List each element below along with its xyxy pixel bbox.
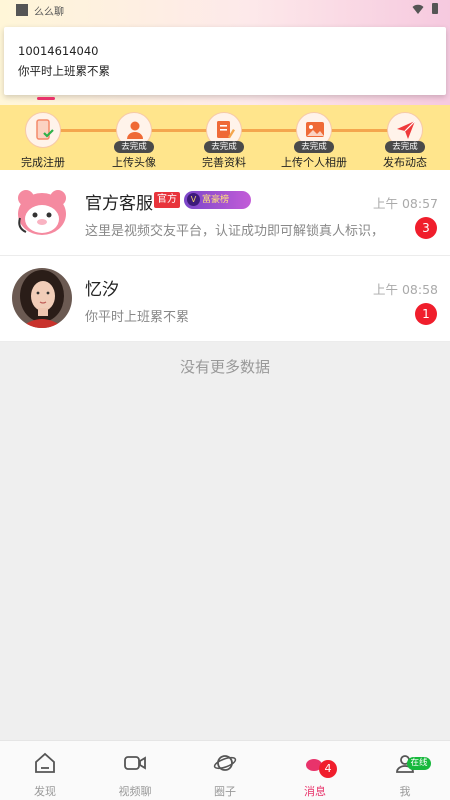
status-app-name: 么么聊 (34, 7, 64, 18)
step-label: 完善资料 (202, 156, 246, 169)
home-icon (35, 752, 55, 773)
unread-badge: 3 (415, 217, 437, 239)
notification-title: 10014614040 (18, 44, 99, 58)
profile-progress-steps: 完成注册 去完成 上传头像 去完成 完善资料 去完成 上传个人相册 去完成 发布… (0, 105, 450, 170)
contact-name: 忆汐 (85, 280, 119, 300)
notification-body: 你平时上班累不累 (18, 64, 110, 78)
no-more-data-text: 没有更多数据 (179, 358, 270, 376)
todo-badge[interactable]: 去完成 (204, 141, 244, 153)
todo-badge[interactable]: 去完成 (114, 141, 154, 153)
message-preview: 你平时上班累不累 (85, 310, 190, 325)
vip-icon: V (187, 193, 200, 206)
nav-video-chat[interactable]: 视频聊 (90, 741, 180, 800)
conversation-item-official[interactable]: 官方客服 官方 V 富豪榜 上午 08:57 这里是视频交友平台，认证成功即可解锁… (0, 170, 450, 256)
video-icon (124, 756, 146, 770)
tab-indicator (37, 97, 55, 100)
nav-label: 发现 (34, 785, 56, 798)
step-post-moment[interactable]: 去完成 发布动态 (365, 110, 445, 170)
nav-label: 消息 (304, 785, 326, 798)
avatar[interactable] (12, 182, 72, 242)
planet-icon (213, 755, 237, 771)
battery-icon (432, 3, 438, 14)
online-status-badge: 在线 (407, 757, 431, 770)
step-label: 完成注册 (21, 156, 65, 169)
message-time: 上午 08:57 (373, 196, 438, 211)
bottom-nav: 发现 视频聊 圈子 4 消息 在线 我 (0, 740, 450, 800)
conversation-item-user[interactable]: 忆汐 上午 08:58 你平时上班累不累 1 (0, 256, 450, 342)
notification-banner[interactable]: 10014614040 你平时上班累不累 (4, 27, 446, 95)
app-icon (16, 4, 28, 16)
nav-circle[interactable]: 圈子 (180, 741, 270, 800)
avatar[interactable] (12, 268, 72, 328)
nav-messages[interactable]: 4 消息 (270, 741, 360, 800)
unread-badge: 1 (415, 303, 437, 325)
step-upload-avatar[interactable]: 去完成 上传头像 (94, 110, 174, 170)
step-label: 上传个人相册 (281, 156, 347, 169)
step-label: 发布动态 (383, 156, 427, 169)
nav-label: 我 (399, 785, 411, 798)
todo-badge[interactable]: 去完成 (294, 141, 334, 153)
step-complete-profile[interactable]: 去完成 完善资料 (184, 110, 264, 170)
pig-mascot-icon (12, 182, 72, 242)
wifi-icon (412, 4, 424, 14)
nav-me[interactable]: 在线 我 (360, 741, 450, 800)
status-bar: 么么聊 (0, 0, 450, 20)
phone-check-icon (25, 112, 61, 148)
contact-name: 官方客服 (85, 194, 153, 214)
step-label: 上传头像 (112, 156, 156, 169)
step-upload-album[interactable]: 去完成 上传个人相册 (274, 110, 354, 170)
step-register[interactable]: 完成注册 (3, 110, 83, 170)
todo-badge[interactable]: 去完成 (385, 141, 425, 153)
vip-rank-badge: V 富豪榜 (184, 191, 251, 209)
nav-label: 视频聊 (118, 785, 152, 798)
message-time: 上午 08:58 (373, 282, 438, 297)
user-photo (12, 268, 72, 328)
conversation-list: 官方客服 官方 V 富豪榜 上午 08:57 这里是视频交友平台，认证成功即可解锁… (0, 170, 450, 342)
message-preview: 这里是视频交友平台，认证成功即可解锁真人标识， (85, 224, 385, 239)
nav-label: 圈子 (214, 785, 236, 798)
nav-discover[interactable]: 发现 (0, 741, 90, 800)
vip-rank-label: 富豪榜 (202, 195, 230, 205)
unread-total-badge: 4 (319, 760, 337, 778)
official-tag: 官方 (154, 192, 180, 208)
